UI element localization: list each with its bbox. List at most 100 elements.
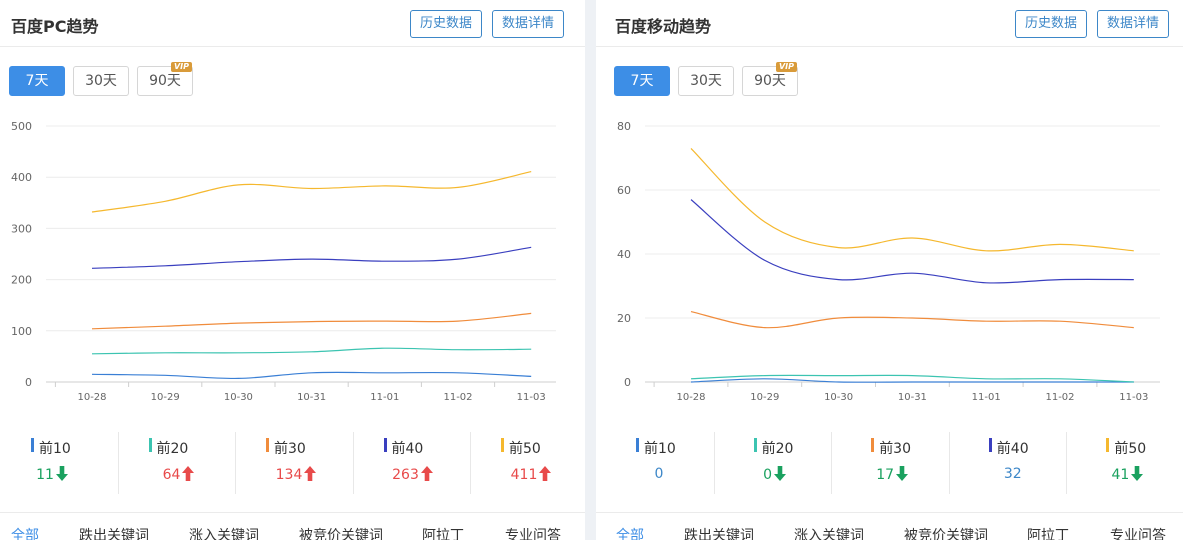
x-tick-label: 10-31 (898, 392, 927, 403)
keyword-tab[interactable]: 被竞价关键词 (299, 525, 383, 540)
series-color-marker (753, 438, 757, 452)
rank-stat-label: 前20 (761, 441, 794, 457)
series-color-marker (148, 438, 152, 452)
x-tick-label: 11-02 (1045, 392, 1074, 403)
series-line (91, 347, 532, 355)
x-tick-label: 11-03 (517, 392, 546, 403)
history-data-button[interactable]: 历史数据 (410, 10, 483, 38)
y-tick-label: 300 (11, 222, 32, 235)
rank-stat-label: 前30 (274, 441, 306, 457)
arrow-up-icon (420, 466, 433, 481)
pc-rank-stats: 前10 11 前20 64 前30 134 前40 263 前50 411 (0, 432, 585, 496)
data-detail-button[interactable]: 数据详情 (492, 10, 565, 38)
rank-stat-value: 41 (1111, 466, 1144, 483)
mobile-trend-panel: 百度移动趋势 历史数据 数据详情 7天 30天 90天 VIP 0 20 40 60 8… (596, 0, 1183, 540)
range-7d-button[interactable]: 7天 (9, 66, 65, 96)
arrow-up-icon (182, 466, 195, 481)
y-tick-label: 400 (11, 171, 32, 184)
rank-stat-value: 263 (392, 466, 433, 483)
rank-stat-value: 0 (655, 466, 664, 482)
x-tick-label: 10-29 (151, 392, 180, 403)
series-line (91, 312, 532, 330)
range-90d-label: 90天 (754, 73, 786, 89)
rank-stat: 前10 11 (0, 432, 118, 494)
y-tick-label: 60 (617, 184, 631, 197)
keyword-tab[interactable]: 阿拉丁 (422, 525, 464, 540)
rank-stat: 前10 0 (596, 432, 714, 494)
series-color-marker (636, 438, 639, 452)
series-color-marker (1106, 438, 1110, 452)
keyword-tab[interactable]: 全部 (11, 525, 39, 540)
rank-stat-number: 64 (162, 467, 181, 483)
rank-stat-label: 前40 (996, 441, 1029, 457)
rank-stat-value: 32 (1004, 466, 1022, 482)
rank-stat-number: 32 (1003, 466, 1022, 482)
arrow-up-icon (304, 466, 317, 481)
keyword-tab[interactable]: 被竞价关键词 (904, 525, 988, 540)
rank-stat-number: 411 (510, 467, 538, 483)
rank-stat-label: 前50 (509, 441, 541, 457)
rank-stat-label: 前50 (1114, 441, 1147, 457)
x-tick-label: 11-01 (972, 392, 1001, 403)
keyword-tab[interactable]: 涨入关键词 (794, 525, 864, 540)
rank-stat-value: 0 (763, 466, 787, 483)
mobile-trend-chart: 0 20 40 60 80 10-28 10-29 10-30 10-31 11-01 11-02 1… (617, 120, 1160, 403)
rank-stat-number: 263 (392, 467, 419, 483)
rank-stat-label: 前10 (39, 441, 71, 457)
panel-header: 百度PC趋势 历史数据 数据详情 (0, 0, 585, 47)
series-color-marker (871, 438, 875, 452)
series-line (91, 246, 532, 269)
y-tick-label: 100 (11, 325, 32, 338)
series-color-marker (501, 438, 504, 452)
mobile-rank-stats: 前10 0 前20 0 前30 17 前40 32 前50 41 (596, 432, 1183, 496)
series-line (690, 147, 1134, 252)
range-30d-button[interactable]: 30天 (73, 66, 129, 96)
keyword-tab[interactable]: 专业问答 (1110, 525, 1166, 540)
rank-stat: 前40 263 (352, 432, 471, 494)
x-tick-label: 10-31 (297, 392, 326, 403)
x-tick-label: 10-28 (676, 392, 705, 403)
rank-stat-number: 134 (275, 467, 303, 483)
arrow-down-icon (896, 466, 909, 481)
series-line (690, 199, 1134, 284)
rank-stat-number: 0 (654, 466, 664, 482)
rank-stat-label: 前40 (391, 441, 424, 457)
rank-stat: 前20 64 (117, 432, 236, 494)
rank-stat-label: 前20 (156, 441, 189, 457)
x-tick-label: 10-29 (750, 392, 779, 403)
range-7d-button[interactable]: 7天 (614, 66, 670, 96)
range-90d-label: 90天 (149, 73, 181, 89)
rank-stat-value: 134 (276, 466, 317, 483)
keyword-tab[interactable]: 跌出关键词 (79, 525, 149, 540)
range-90d-button[interactable]: 90天 VIP (742, 62, 798, 96)
range-30d-button[interactable]: 30天 (678, 66, 734, 96)
keyword-tab[interactable]: 专业问答 (505, 525, 561, 540)
keyword-tab[interactable]: 跌出关键词 (684, 525, 754, 540)
pc-trend-panel: 百度PC趋势 历史数据 数据详情 7天 30天 90天 VIP 0 100 200 3… (0, 0, 585, 540)
rank-stat-label: 前10 (644, 441, 676, 457)
rank-stat-number: 0 (763, 467, 773, 483)
x-tick-label: 10-30 (224, 392, 253, 403)
rank-stat: 前30 134 (235, 432, 353, 494)
y-tick-label: 200 (11, 274, 32, 287)
range-90d-button[interactable]: 90天 VIP (137, 62, 193, 96)
rank-stat: 前50 41 (1066, 432, 1183, 494)
rank-stat-value: 411 (511, 466, 552, 483)
data-detail-button[interactable]: 数据详情 (1097, 10, 1170, 38)
vip-badge: VIP (775, 62, 797, 72)
panel-title: 百度移动趋势 (615, 17, 712, 36)
pc-trend-chart: 0 100 200 300 400 500 10-28 10-29 10-30 10-31 11-0… (11, 120, 556, 403)
keyword-tab[interactable]: 涨入关键词 (189, 525, 259, 540)
keyword-tab[interactable]: 全部 (616, 525, 644, 540)
series-color-marker (31, 438, 34, 452)
x-tick-label: 11-02 (443, 392, 472, 403)
arrow-down-icon (774, 466, 787, 481)
history-data-button[interactable]: 历史数据 (1015, 10, 1088, 38)
panel-header: 百度移动趋势 历史数据 数据详情 (596, 0, 1183, 47)
keyword-tab[interactable]: 阿拉丁 (1027, 525, 1069, 540)
arrow-down-icon (1131, 466, 1144, 481)
mobile-keyword-tabs: 全部 跌出关键词 涨入关键词 被竞价关键词 阿拉丁 专业问答 (596, 512, 1183, 540)
rank-stat-number: 17 (876, 467, 895, 483)
rank-stat-value: 64 (163, 466, 195, 483)
y-tick-label: 20 (617, 312, 631, 325)
